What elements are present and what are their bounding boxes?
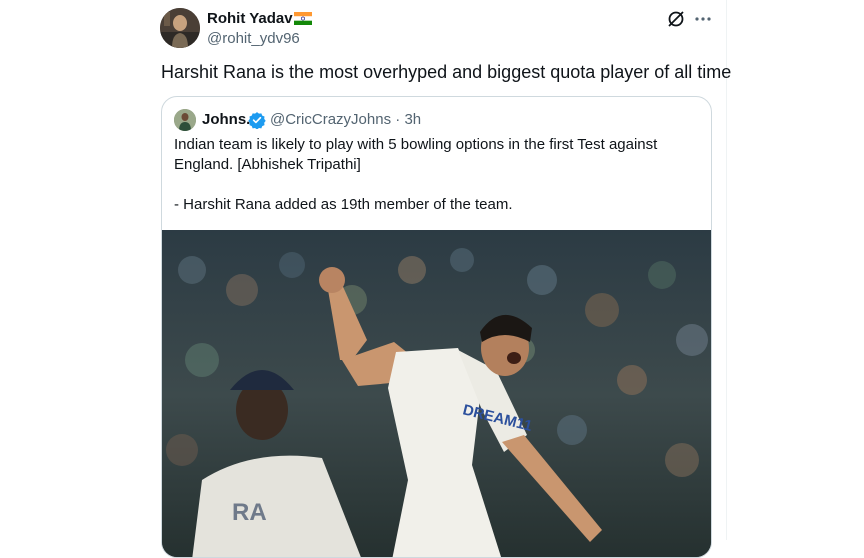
author-name[interactable]: Rohit Yadav — [207, 10, 312, 29]
cricket-celebration-photo: DREAM11 RA — [162, 230, 711, 557]
quote-text: Indian team is likely to play with 5 bow… — [174, 135, 699, 215]
verified-badge-icon — [248, 111, 266, 130]
author-handle[interactable]: @rohit_ydv96 — [207, 30, 300, 47]
quote-avatar-image — [174, 109, 196, 131]
more-icon[interactable] — [693, 9, 713, 29]
back-jersey-name: RA — [232, 499, 267, 526]
author-name-text: Rohit Yadav — [207, 10, 293, 27]
quote-media-image[interactable]: DREAM11 RA — [162, 230, 711, 557]
quote-author-avatar[interactable] — [174, 109, 196, 131]
quoted-tweet[interactable]: Johns. @CricCrazyJohns · 3h Indian team … — [161, 96, 712, 558]
tweet-text: Harshit Rana is the most overhyped and b… — [161, 62, 732, 82]
meta-separator: · — [395, 111, 401, 128]
quote-text-paragraph-2: - Harshit Rana added as 19th member of t… — [174, 196, 513, 213]
quote-text-paragraph-1: Indian team is likely to play with 5 bow… — [174, 136, 658, 173]
india-flag-icon — [293, 12, 312, 29]
quote-author-name[interactable]: Johns. — [202, 111, 250, 128]
grok-icon[interactable] — [666, 9, 686, 29]
quote-author-handle[interactable]: @CricCrazyJohns — [270, 111, 391, 128]
avatar-image — [160, 8, 200, 48]
author-avatar[interactable] — [160, 8, 200, 48]
quote-timestamp[interactable]: 3h — [404, 111, 421, 128]
quote-meta: @CricCrazyJohns · 3h — [270, 111, 421, 128]
